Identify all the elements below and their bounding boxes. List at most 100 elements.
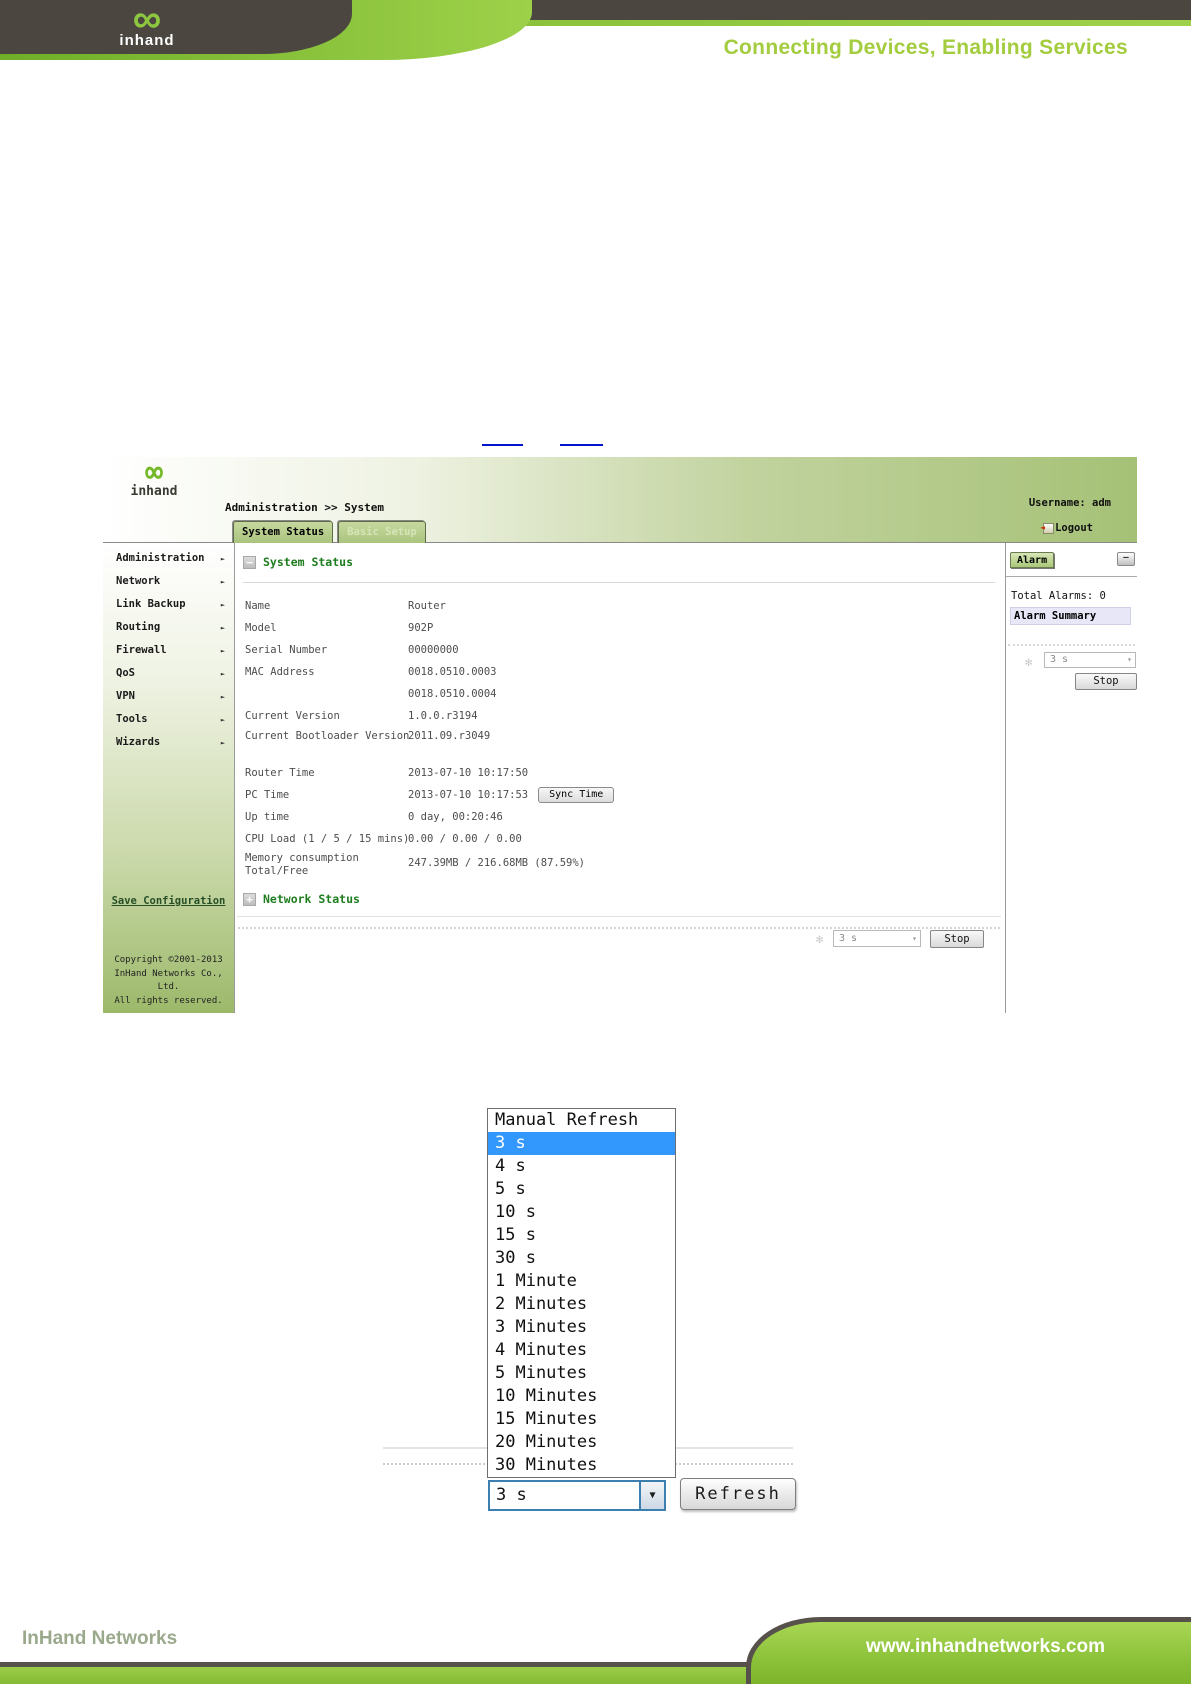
option-3s-selected[interactable]: 3 s: [488, 1132, 675, 1155]
sidebar-item-firewall[interactable]: Firewall ►: [103, 639, 234, 662]
company-tagline: Connecting Devices, Enabling Services: [723, 36, 1128, 59]
infinity-logo-icon: ∞: [144, 455, 164, 490]
inhand-logo: ∞ inhand: [92, 0, 202, 49]
alarm-dotted-divider: [1008, 644, 1135, 646]
option-3-minutes[interactable]: 3 Minutes: [488, 1316, 675, 1339]
spinner-icon: ✻: [1025, 655, 1033, 669]
logout-button[interactable]: ◄ Logout: [1040, 522, 1093, 534]
option-4s[interactable]: 4 s: [488, 1155, 675, 1178]
table-row: Router Time 2013-07-10 10:17:50: [245, 767, 529, 779]
manual-page: ∞ inhand Connecting Devices, Enabling Se…: [0, 0, 1191, 1684]
alarm-panel: Alarm — Total Alarms: 0 Alarm Summary ✻ …: [1005, 543, 1137, 1013]
doc-link-underline-2[interactable]: [560, 444, 603, 446]
minimize-button[interactable]: —: [1117, 552, 1135, 566]
system-status-section-header: − System Status: [243, 555, 353, 569]
dropdown-arrow-button[interactable]: ▼: [639, 1482, 664, 1509]
table-row: Name Router: [245, 600, 446, 612]
option-2-minutes[interactable]: 2 Minutes: [488, 1293, 675, 1316]
refresh-button[interactable]: Refresh: [680, 1478, 796, 1510]
option-4-minutes[interactable]: 4 Minutes: [488, 1339, 675, 1362]
tab-system-status[interactable]: System Status: [233, 521, 334, 543]
sidebar-item-link-backup[interactable]: Link Backup ►: [103, 593, 234, 616]
option-10s[interactable]: 10 s: [488, 1201, 675, 1224]
logout-label: Logout: [1055, 522, 1093, 534]
system-status-title: System Status: [263, 555, 354, 569]
table-row: Memory consumption Total/Free 247.39MB /…: [245, 852, 586, 877]
sync-time-button[interactable]: Sync Time: [538, 787, 615, 803]
option-15-minutes[interactable]: 15 Minutes: [488, 1408, 675, 1431]
sidebar-item-vpn[interactable]: VPN ►: [103, 685, 234, 708]
footer-website: www.inhandnetworks.com: [866, 1636, 1105, 1657]
infinity-logo-icon: ∞: [132, 0, 162, 41]
table-row: Model 902P: [245, 622, 434, 634]
chevron-down-icon: ▾: [912, 934, 917, 943]
footer-company-name: InHand Networks: [22, 1628, 178, 1649]
expand-icon[interactable]: +: [243, 892, 256, 906]
network-status-section-header: + Network Status: [243, 892, 360, 906]
menu-arrow-icon: ►: [220, 693, 225, 701]
admin-logo-text: inhand: [130, 484, 178, 499]
menu-arrow-icon: ►: [220, 716, 225, 724]
option-30-minutes[interactable]: 30 Minutes: [488, 1454, 675, 1477]
alarm-divider: [1006, 576, 1137, 577]
menu-arrow-icon: ►: [220, 624, 225, 632]
row-spacer: [245, 746, 985, 762]
total-alarms-label: Total Alarms: 0: [1011, 590, 1106, 602]
admin-header-band: ∞ inhand Administration >> System System…: [103, 457, 1137, 543]
system-status-table: Name Router Model 902P Serial Number 000…: [245, 595, 985, 880]
refresh-interval-select[interactable]: 3 s ▾: [833, 930, 921, 947]
sidebar-item-qos[interactable]: QoS ►: [103, 662, 234, 685]
option-30s[interactable]: 30 s: [488, 1247, 675, 1270]
spinner-icon: ✻: [816, 932, 824, 946]
admin-inhand-logo: ∞ inhand: [119, 455, 189, 500]
option-10-minutes[interactable]: 10 Minutes: [488, 1385, 675, 1408]
chevron-down-icon: ▾: [1127, 655, 1132, 664]
menu-arrow-icon: ►: [220, 647, 225, 655]
collapse-icon[interactable]: −: [243, 555, 256, 569]
sidebar-item-tools[interactable]: Tools ►: [103, 708, 234, 731]
save-configuration-link[interactable]: Save Configuration: [103, 895, 234, 907]
network-status-title: Network Status: [263, 892, 360, 906]
refresh-interval-listbox: Manual Refresh 3 s 4 s 5 s 10 s 15 s 30 …: [487, 1108, 676, 1478]
menu-arrow-icon: ►: [220, 578, 225, 586]
sidebar-item-routing[interactable]: Routing ►: [103, 616, 234, 639]
menu-arrow-icon: ►: [220, 601, 225, 609]
sidebar-item-wizards[interactable]: Wizards ►: [103, 731, 234, 754]
logout-door-icon: ◄: [1040, 522, 1055, 534]
option-5-minutes[interactable]: 5 Minutes: [488, 1362, 675, 1385]
logo-text: inhand: [119, 32, 175, 49]
alarm-summary-row[interactable]: Alarm Summary: [1010, 607, 1131, 625]
sidebar-item-administration[interactable]: Administration ►: [103, 547, 234, 570]
menu-arrow-icon: ►: [220, 670, 225, 678]
router-admin-screenshot: ∞ inhand Administration >> System System…: [103, 457, 1137, 1013]
page-header: ∞ inhand Connecting Devices, Enabling Se…: [0, 0, 1191, 80]
table-row: Up time 0 day, 00:20:46: [245, 811, 503, 823]
section-divider: [243, 582, 995, 583]
footer-dark-line: [0, 1662, 748, 1667]
username-label: Username: adm: [1028, 497, 1111, 509]
copyright-notice: Copyright ©2001-2013 InHand Networks Co.…: [114, 955, 223, 1006]
tab-basic-setup[interactable]: Basic Setup: [338, 521, 426, 543]
option-15s[interactable]: 15 s: [488, 1224, 675, 1247]
breadcrumb: Administration >> System: [225, 501, 384, 514]
doc-link-underline-1[interactable]: [482, 444, 523, 446]
alarm-stop-button[interactable]: Stop: [1075, 673, 1137, 690]
tab-bar: System Status Basic Setup: [233, 521, 426, 543]
table-row: Current Bootloader Version 2011.09.r3049: [245, 730, 491, 742]
refresh-interval-dropdown[interactable]: 3 s ▼: [488, 1480, 666, 1511]
sidebar-item-network[interactable]: Network ►: [103, 570, 234, 593]
menu-arrow-icon: ►: [220, 555, 225, 563]
table-row: Current Version 1.0.0.r3194: [245, 710, 478, 722]
admin-sidebar: Administration ► Network ► Link Backup ► Ro…: [103, 543, 235, 1013]
option-manual-refresh[interactable]: Manual Refresh: [488, 1109, 675, 1132]
chevron-down-icon: ▼: [649, 1490, 656, 1501]
alarm-refresh-interval-select[interactable]: 3 s ▾: [1044, 652, 1136, 668]
bottom-divider: [237, 916, 1001, 917]
system-status-panel: − System Status Name Router Model 902P S…: [235, 543, 1005, 1013]
stop-button[interactable]: Stop: [930, 930, 984, 948]
table-row: 0018.0510.0004: [408, 688, 497, 700]
option-20-minutes[interactable]: 20 Minutes: [488, 1431, 675, 1454]
option-5s[interactable]: 5 s: [488, 1178, 675, 1201]
option-1-minute[interactable]: 1 Minute: [488, 1270, 675, 1293]
alarm-tab[interactable]: Alarm: [1010, 552, 1055, 568]
